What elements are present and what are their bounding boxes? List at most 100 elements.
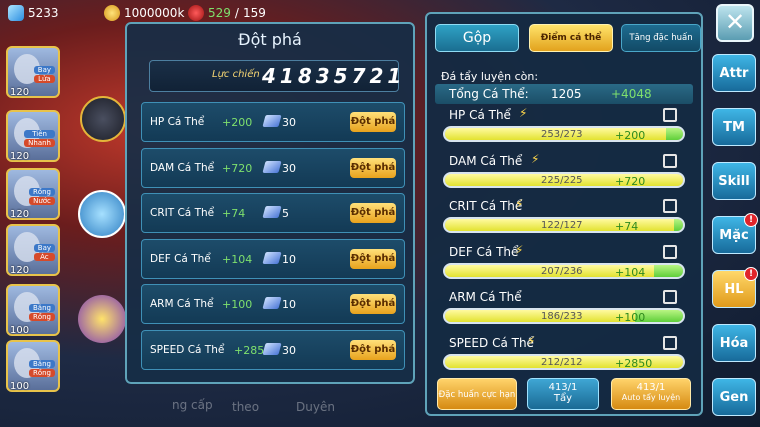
breakthrough-cost: 30: [282, 116, 296, 129]
side-menu-item[interactable]: Hóa: [712, 324, 756, 362]
side-menu-item[interactable]: TM: [712, 108, 756, 146]
bg-label-upgrade: ng cấp: [172, 398, 213, 412]
lock-icon[interactable]: [663, 199, 677, 213]
side-menu-item[interactable]: Gen: [712, 378, 756, 416]
stat-row: ARM Cá Thể 186/233 +100: [435, 288, 693, 328]
diamond-icon: [8, 5, 24, 21]
breakthrough-stat-name: DAM Cá Thể: [150, 161, 215, 174]
tab-merge[interactable]: Gộp: [435, 24, 519, 52]
breakthrough-cost: 30: [282, 161, 296, 175]
stat-progress-bar: 186/233 +100: [443, 308, 685, 324]
breakthrough-button[interactable]: Đột phá: [350, 339, 396, 360]
side-menu-label: Mặc: [719, 228, 749, 243]
stat-progress-bar: 212/212 +2850: [443, 353, 685, 370]
breakthrough-row: ARM Cá Thể +100 10 Đột phá: [141, 284, 405, 324]
breakthrough-button[interactable]: Đột phá: [350, 294, 396, 314]
breakthrough-button[interactable]: Đột phá: [350, 157, 396, 178]
breakthrough-stat-bonus: +104: [222, 252, 253, 266]
tab-individual-points[interactable]: Điểm cá thể: [529, 24, 613, 52]
auto-wash-button[interactable]: 413/1 Auto tẩy luyện: [611, 378, 691, 410]
hero-tag: Bay: [33, 66, 55, 74]
side-menu-item[interactable]: Attr: [712, 54, 756, 92]
side-menu-label: TM: [723, 120, 745, 135]
close-button[interactable]: ✕: [716, 4, 754, 42]
breakthrough-cost: 10: [282, 298, 296, 311]
breakthrough-stat-bonus: +720: [222, 161, 253, 175]
lock-icon[interactable]: [663, 290, 677, 304]
lock-icon[interactable]: [663, 108, 677, 122]
stat-progress-text: 225/225: [541, 174, 583, 186]
hero-tag: Rồng: [28, 369, 55, 377]
lock-icon[interactable]: [663, 244, 677, 259]
notification-badge: !: [744, 267, 758, 281]
lightning-icon: ⚡: [531, 151, 540, 166]
hero-card[interactable]: 120 Rồng Nước: [6, 168, 60, 220]
hero-tag: Tiên: [24, 130, 55, 138]
tab-special-training[interactable]: Tăng đặc huấn: [621, 24, 701, 52]
total-stat-bar: Tổng Cá Thể: 1205 +4048: [435, 84, 693, 104]
hero-tag: Rồng: [28, 313, 55, 321]
gold-counter: 1000000k: [104, 4, 184, 22]
diamond-counter: 5233: [8, 4, 59, 22]
total-label: Tổng Cá Thể:: [449, 87, 529, 101]
lock-shop-icon[interactable]: [78, 190, 126, 238]
stamina-potion-icon: [188, 5, 204, 21]
notification-badge: !: [744, 213, 758, 227]
breakthrough-stat-name: ARM Cá Thể: [150, 298, 214, 310]
breakthrough-cost: 10: [282, 252, 296, 266]
lightning-icon: ⚡: [515, 242, 524, 257]
side-menu-label: Hóa: [719, 336, 749, 351]
hero-card[interactable]: 100 Băng Rồng: [6, 284, 60, 336]
breakthrough-panel: Đột phá Lực chiến 41835721 HP Cá Thể +20…: [125, 22, 415, 384]
hero-level: 120: [10, 265, 30, 276]
combat-power-label: Lực chiến: [212, 69, 260, 80]
stamina-separator: /: [234, 6, 239, 20]
breakthrough-cost: 5: [282, 207, 289, 220]
stat-progress-text: 122/127: [541, 220, 583, 231]
breakthrough-stat-bonus: +200: [222, 116, 253, 129]
stone-icon: [262, 115, 282, 127]
hero-tags: Bay Lửa: [33, 66, 55, 83]
hero-tag: Nước: [28, 197, 55, 205]
wash-button[interactable]: 413/1 Tẩy: [527, 378, 599, 410]
stat-row: DEF Cá Thể ⚡ 207/236 +104: [435, 243, 693, 283]
stat-progress-extra: [653, 264, 683, 277]
side-menu-label: Gen: [719, 390, 749, 405]
side-menu-item[interactable]: Mặc!: [712, 213, 758, 254]
extreme-training-button[interactable]: Đặc huấn cực hạn: [437, 378, 517, 410]
side-menu-item[interactable]: HL!: [712, 267, 758, 308]
side-menu-label: Skill: [718, 174, 750, 189]
stat-name: DEF Cá Thể: [449, 244, 519, 259]
lock-icon[interactable]: [663, 335, 677, 350]
hero-card[interactable]: 100 Băng Rồng: [6, 340, 60, 392]
breakthrough-stat-name: SPEED Cá Thể: [150, 343, 225, 356]
side-menu-item[interactable]: Skill: [712, 162, 756, 200]
gold-value: 1000000k: [124, 6, 185, 20]
hero-tags: Bay Ác: [33, 244, 55, 261]
breakthrough-button[interactable]: Đột phá: [350, 248, 396, 269]
hero-tag: Bay: [33, 244, 55, 252]
lightning-icon: ⚡: [519, 106, 528, 120]
breakthrough-button[interactable]: Đột phá: [350, 112, 396, 132]
stat-progress-text: 212/212: [541, 356, 583, 368]
breakthrough-stat-name: HP Cá Thể: [150, 116, 205, 128]
stone-icon: [262, 342, 282, 355]
breakthrough-row: SPEED Cá Thể +2850 30 Đột phá: [141, 329, 405, 370]
total-value: 1205: [551, 87, 582, 101]
side-menu-label: HL: [724, 282, 744, 297]
lock-icon[interactable]: [663, 153, 677, 168]
hero-card[interactable]: 120 Tiên Nhanh: [6, 110, 60, 162]
breakthrough-button[interactable]: Đột phá: [350, 203, 396, 223]
breakthrough-title: Đột phá: [238, 30, 302, 49]
stat-bonus: +100: [615, 311, 646, 324]
hero-card[interactable]: 120 Bay Ác: [6, 224, 60, 276]
combat-power-value: 41835721: [262, 64, 406, 88]
skill-wheel-icon[interactable]: [78, 295, 126, 343]
hero-card[interactable]: 120 Bay Lửa: [6, 46, 60, 98]
stat-name: ARM Cá Thể: [449, 290, 522, 304]
stat-progress-bar: 207/236 +104: [443, 262, 685, 279]
stat-bonus: +200: [615, 129, 646, 142]
stat-name: HP Cá Thể: [449, 108, 511, 122]
hero-tags: Băng Rồng: [28, 304, 55, 321]
hero-tag: Băng: [28, 304, 55, 312]
